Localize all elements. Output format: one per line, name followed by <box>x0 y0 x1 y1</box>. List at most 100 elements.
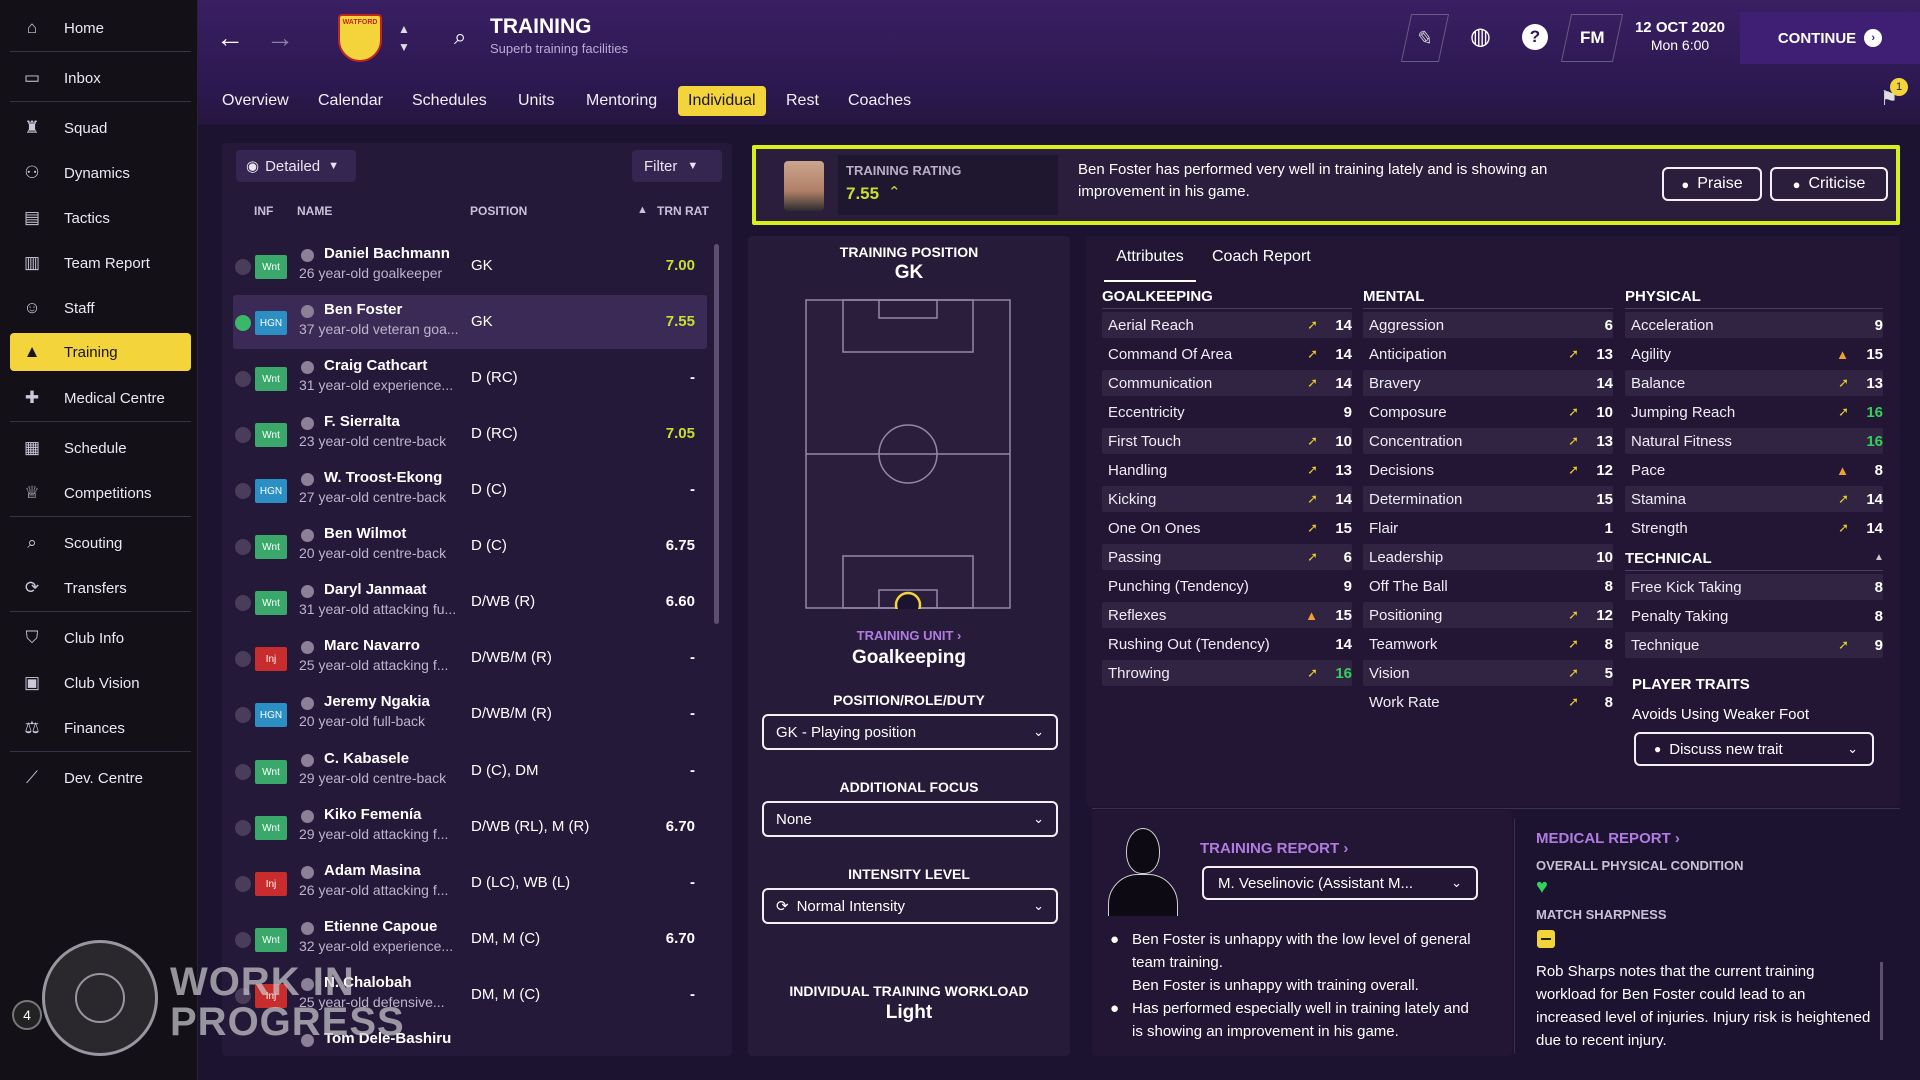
select-checkbox[interactable] <box>235 259 251 275</box>
criticise-button[interactable]: ● Criticise <box>1770 167 1888 201</box>
attribute-row[interactable]: Technique ➚ 9 <box>1625 632 1883 658</box>
attribute-row[interactable]: Free Kick Taking 8 <box>1625 574 1883 600</box>
table-row[interactable]: HGN W. Troost-Ekong 27 year-old centre-bac… <box>233 463 707 517</box>
col-header-inf[interactable]: INF <box>254 204 273 218</box>
tab-overview[interactable]: Overview <box>212 86 299 116</box>
nav-dynamics[interactable]: ⚇ Dynamics <box>10 154 191 192</box>
attribute-row[interactable]: Eccentricity 9 <box>1102 399 1352 425</box>
select-checkbox[interactable] <box>235 932 251 948</box>
player-name[interactable]: Daniel Bachmann <box>324 245 450 262</box>
attribute-row[interactable]: Natural Fitness 16 <box>1625 428 1883 454</box>
nav-competitions[interactable]: ♕ Competitions <box>10 474 191 512</box>
view-selector[interactable]: ◉ Detailed ▼ <box>236 150 356 182</box>
col-header-position[interactable]: POSITION <box>470 204 527 218</box>
intensity-dropdown[interactable]: ⟳ Normal Intensity ⌄ <box>762 888 1058 924</box>
fm-menu-button[interactable]: FM <box>1560 14 1624 62</box>
select-checkbox[interactable] <box>235 427 251 443</box>
attribute-row[interactable]: Pace ▲ 8 <box>1625 457 1883 483</box>
player-name[interactable]: Craig Cathcart <box>324 357 427 374</box>
globe-icon[interactable]: ◍ <box>1470 22 1491 51</box>
tab-coaches[interactable]: Coaches <box>838 86 921 116</box>
nav-club-info[interactable]: ⛉ Club Info <box>10 619 191 657</box>
attribute-row[interactable]: Positioning ➚ 12 <box>1363 602 1613 628</box>
player-name[interactable]: Ben Foster <box>324 301 402 318</box>
table-row[interactable]: Wnt Craig Cathcart 31 year-old experience.… <box>233 351 707 405</box>
attribute-row[interactable]: Decisions ➚ 12 <box>1363 457 1613 483</box>
club-badge[interactable]: WATFORD <box>338 14 382 62</box>
discuss-trait-dropdown[interactable]: ● Discuss new trait ⌄ <box>1634 732 1874 766</box>
tab-attributes[interactable]: Attributes <box>1104 246 1196 282</box>
position-role-duty-dropdown[interactable]: GK - Playing position ⌄ <box>762 714 1058 750</box>
attribute-row[interactable]: Teamwork ➚ 8 <box>1363 631 1613 657</box>
nav-team-report[interactable]: ▥ Team Report <box>10 244 191 282</box>
attribute-row[interactable]: One On Ones ➚ 15 <box>1102 515 1352 541</box>
attribute-row[interactable]: Vision ➚ 5 <box>1363 660 1613 686</box>
table-row[interactable]: Wnt F. Sierralta 23 year-old centre-back D … <box>233 407 707 461</box>
attribute-row[interactable]: Aerial Reach ➚ 14 <box>1102 312 1352 338</box>
attribute-row[interactable]: Acceleration 9 <box>1625 312 1883 338</box>
attribute-row[interactable]: Leadership 10 <box>1363 544 1613 570</box>
training-report-link[interactable]: TRAINING REPORT › <box>1200 840 1348 857</box>
nav-club-vision[interactable]: ▣ Club Vision <box>10 664 191 702</box>
nav-squad[interactable]: ♜ Squad <box>10 109 191 147</box>
continue-button[interactable]: CONTINUE › <box>1740 12 1920 64</box>
table-row[interactable]: HGN Ben Foster 37 year-old veteran goa... G… <box>233 295 707 349</box>
attribute-row[interactable]: Command Of Area ➚ 14 <box>1102 341 1352 367</box>
nav-finances[interactable]: ⚖ Finances <box>10 709 191 747</box>
player-name[interactable]: Etienne Capoue <box>324 918 437 935</box>
attribute-row[interactable]: Throwing ➚ 16 <box>1102 660 1352 686</box>
table-row[interactable]: Wnt Kiko Femenía 29 year-old attacking f..… <box>233 800 707 854</box>
nav-schedule[interactable]: ▦ Schedule <box>10 429 191 467</box>
table-row[interactable]: Inj Adam Masina 26 year-old attacking f...… <box>233 856 707 910</box>
col-header-trn-rat[interactable]: TRN RAT <box>657 204 709 218</box>
attribute-row[interactable]: Agility ▲ 15 <box>1625 341 1883 367</box>
medical-scrollbar[interactable] <box>1880 962 1883 1040</box>
attribute-row[interactable]: First Touch ➚ 10 <box>1102 428 1352 454</box>
player-name[interactable]: C. Kabasele <box>324 750 409 767</box>
forward-arrow-icon[interactable]: → <box>266 22 294 54</box>
attribute-row[interactable]: Kicking ➚ 14 <box>1102 486 1352 512</box>
attribute-row[interactable]: Penalty Taking 8 <box>1625 603 1883 629</box>
search-icon[interactable]: ⌕ <box>454 24 466 50</box>
attribute-row[interactable]: Rushing Out (Tendency) 14 <box>1102 631 1352 657</box>
select-checkbox[interactable] <box>235 371 251 387</box>
attribute-row[interactable]: Punching (Tendency) 9 <box>1102 573 1352 599</box>
select-checkbox[interactable] <box>235 315 251 331</box>
attribute-row[interactable]: Off The Ball 8 <box>1363 573 1613 599</box>
select-checkbox[interactable] <box>235 483 251 499</box>
attribute-row[interactable]: Composure ➚ 10 <box>1363 399 1613 425</box>
tab-mentoring[interactable]: Mentoring <box>576 86 667 116</box>
back-arrow-icon[interactable]: ← <box>216 22 244 54</box>
player-name[interactable]: W. Troost-Ekong <box>324 469 442 486</box>
select-checkbox[interactable] <box>235 820 251 836</box>
attribute-row[interactable]: Stamina ➚ 14 <box>1625 486 1883 512</box>
attribute-row[interactable]: Balance ➚ 13 <box>1625 370 1883 396</box>
tab-units[interactable]: Units <box>508 86 564 116</box>
attribute-row[interactable]: Strength ➚ 14 <box>1625 515 1883 541</box>
player-name[interactable]: F. Sierralta <box>324 413 400 430</box>
collapse-arrow-icon[interactable]: ▲ <box>1874 552 1884 563</box>
table-row[interactable]: Wnt Etienne Capoue 32 year-old experience.… <box>233 912 707 966</box>
nav-tactics[interactable]: ▤ Tactics <box>10 199 191 237</box>
nav-home[interactable]: ⌂ Home <box>10 9 191 47</box>
pitch-diagram[interactable] <box>805 299 1011 609</box>
nav-staff[interactable]: ☺ Staff <box>10 289 191 327</box>
club-switch-arrows[interactable]: ▲ ▼ <box>398 20 410 56</box>
praise-button[interactable]: ● Praise <box>1662 167 1762 201</box>
nav-scouting[interactable]: ⌕ Scouting <box>10 524 191 562</box>
attribute-row[interactable]: Handling ➚ 13 <box>1102 457 1352 483</box>
attribute-row[interactable]: Reflexes ▲ 15 <box>1102 602 1352 628</box>
attribute-row[interactable]: Bravery 14 <box>1363 370 1613 396</box>
player-name[interactable]: Kiko Femenía <box>324 806 422 823</box>
select-checkbox[interactable] <box>235 651 251 667</box>
table-row[interactable]: Wnt Daniel Bachmann 26 year-old goalkeeper… <box>233 239 707 293</box>
attribute-row[interactable]: Work Rate ➚ 8 <box>1363 689 1613 715</box>
tab-calendar[interactable]: Calendar <box>308 86 393 116</box>
tab-schedules[interactable]: Schedules <box>402 86 497 116</box>
medical-report-link[interactable]: MEDICAL REPORT › <box>1536 830 1680 847</box>
player-name[interactable]: Adam Masina <box>324 862 421 879</box>
nav-inbox[interactable]: ▭ Inbox <box>10 59 191 97</box>
player-name[interactable]: Marc Navarro <box>324 637 420 654</box>
attribute-row[interactable]: Flair 1 <box>1363 515 1613 541</box>
table-row[interactable]: Wnt C. Kabasele 29 year-old centre-back D (… <box>233 744 707 798</box>
